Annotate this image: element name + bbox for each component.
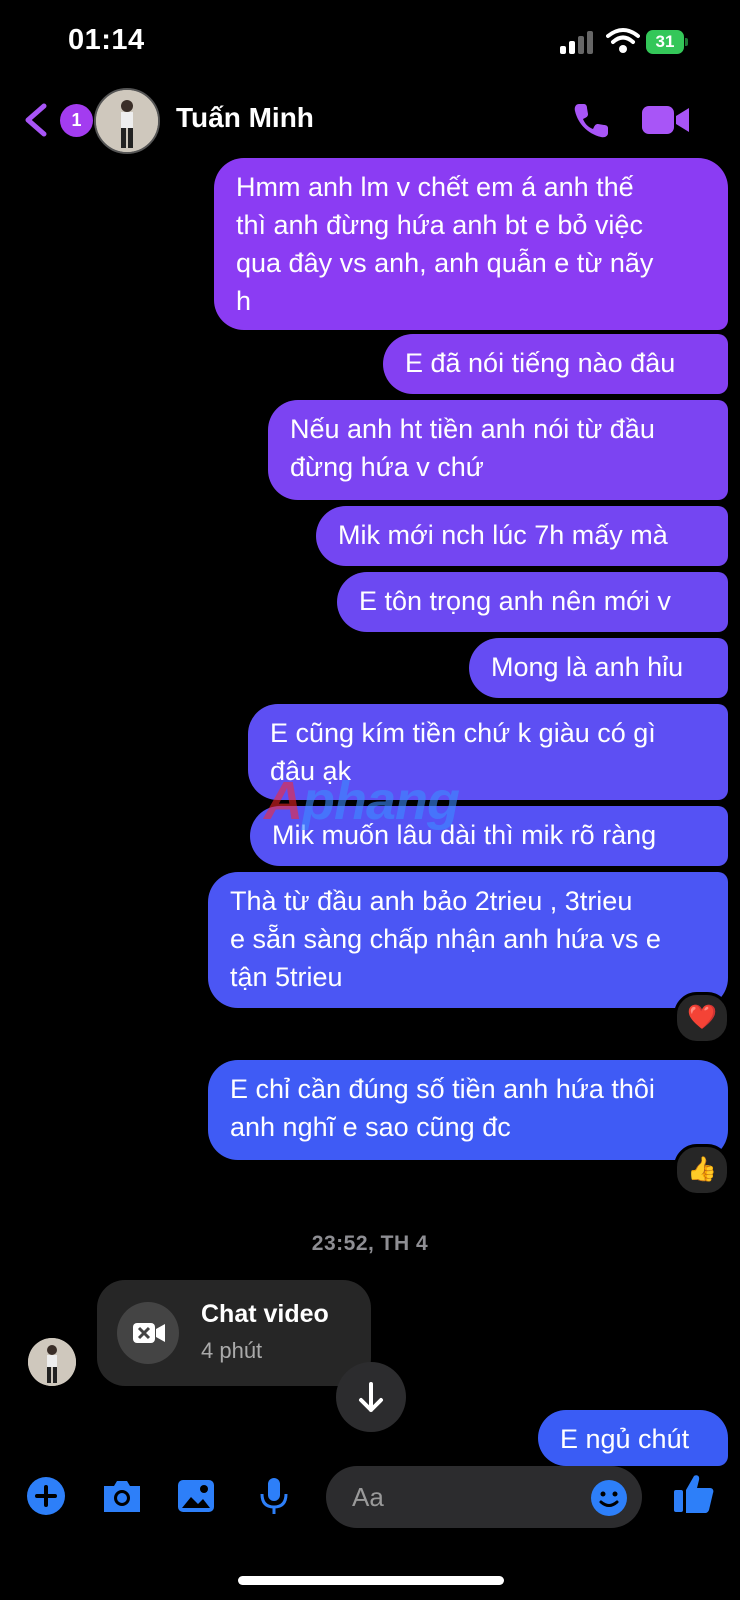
contact-avatar[interactable]: [94, 88, 160, 154]
scroll-to-bottom-button[interactable]: [336, 1362, 406, 1432]
chevron-left-icon: [25, 103, 47, 137]
video-call-title: Chat video: [201, 1300, 329, 1328]
phone-call-icon[interactable]: [570, 100, 612, 142]
add-icon[interactable]: [26, 1476, 66, 1516]
message-bubble[interactable]: E chỉ cần đúng số tiền anh hứa thôi anh …: [208, 1060, 728, 1160]
message-bubble[interactable]: Mik mới nch lúc 7h mấy mà: [316, 506, 728, 566]
person-photo-icon: [28, 1338, 76, 1386]
battery-level: 31: [655, 32, 675, 51]
home-indicator: [238, 1576, 504, 1585]
emoji-icon[interactable]: [590, 1479, 628, 1517]
camera-icon[interactable]: [100, 1476, 144, 1516]
message-bubble[interactable]: E ngủ chút: [538, 1410, 728, 1466]
wifi-icon: [606, 28, 640, 53]
cellular-signal-icon: [560, 30, 594, 54]
watermark-logo: Aphang: [264, 771, 460, 831]
message-bubble[interactable]: Thà từ đầu anh bảo 2trieu , 3trieu e sẵn…: [208, 872, 728, 1008]
video-call-icon[interactable]: [642, 104, 690, 136]
message-bubble[interactable]: E đã nói tiếng nào đâu: [383, 334, 728, 394]
message-input-placeholder: Aa: [352, 1482, 384, 1512]
back-button[interactable]: 1: [20, 100, 93, 140]
arrow-down-icon: [359, 1382, 383, 1412]
person-photo-icon: [96, 90, 158, 152]
sender-avatar[interactable]: [28, 1338, 76, 1386]
message-bubble[interactable]: Mong là anh hỉu: [469, 638, 728, 698]
video-call-card[interactable]: Chat video 4 phút: [97, 1280, 371, 1386]
like-thumbs-up-icon[interactable]: [672, 1472, 716, 1516]
unread-badge: 1: [60, 104, 93, 137]
contact-name[interactable]: Tuấn Minh: [176, 102, 314, 134]
video-call-duration: 4 phút: [201, 1338, 263, 1363]
thumbs-up-reaction-icon[interactable]: 👍: [674, 1144, 730, 1196]
message-bubble[interactable]: Nếu anh ht tiền anh nói từ đầu đừng hứa …: [268, 400, 728, 500]
message-timestamp: 23:52, TH 4: [311, 1232, 429, 1255]
video-camera-icon: [117, 1302, 179, 1364]
gallery-icon[interactable]: [176, 1476, 216, 1516]
message-bubble[interactable]: E tôn trọng anh nên mới v: [337, 572, 728, 632]
status-time: 01:14: [68, 24, 145, 56]
message-input[interactable]: Aa: [326, 1466, 642, 1528]
microphone-icon[interactable]: [254, 1476, 294, 1516]
message-bubble[interactable]: Hmm anh lm v chết em á anh thế thì anh đ…: [214, 158, 728, 330]
heart-reaction-icon[interactable]: ❤️: [674, 992, 730, 1044]
battery-icon: 31: [646, 30, 688, 54]
